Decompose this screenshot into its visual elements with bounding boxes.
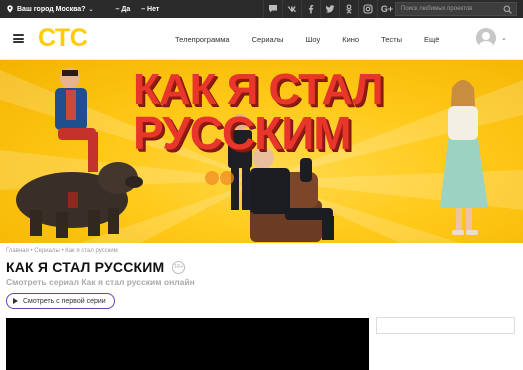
search-placeholder: Поиск любимых проектов bbox=[401, 6, 473, 12]
nav-tv-schedule[interactable]: Телепрограмма bbox=[175, 35, 230, 44]
hero-banner[interactable]: КАК Я СТАЛ РУССКИМ bbox=[0, 60, 523, 243]
vk-icon[interactable] bbox=[282, 0, 301, 18]
page-subtitle: Смотреть сериал Как я стал русским онлай… bbox=[6, 277, 195, 287]
avatar[interactable] bbox=[476, 28, 496, 48]
banner-title-line2: РУССКИМ bbox=[133, 107, 352, 159]
hamburger-menu-icon[interactable] bbox=[13, 34, 24, 43]
top-bar: Ваш город Москва? ⌄ – Да – Нет G+ Поиск … bbox=[0, 0, 523, 18]
facebook-icon[interactable] bbox=[301, 0, 320, 18]
city-selector[interactable]: Ваш город Москва? ⌄ bbox=[6, 5, 94, 13]
breadcrumb[interactable]: Главная • Сериалы • Как я стал русским bbox=[6, 248, 118, 254]
city-confirm-no[interactable]: – Нет bbox=[141, 6, 159, 13]
nav-movies[interactable]: Кино bbox=[342, 35, 359, 44]
google-plus-icon[interactable]: G+ bbox=[377, 0, 396, 18]
video-player[interactable] bbox=[6, 318, 369, 370]
chevron-down-icon: ⌄ bbox=[88, 6, 94, 13]
location-pin-icon bbox=[7, 5, 13, 13]
sidebar-box bbox=[376, 317, 515, 334]
search-input[interactable]: Поиск любимых проектов bbox=[395, 2, 517, 16]
nav-shows[interactable]: Шоу bbox=[306, 35, 321, 44]
watch-from-first-episode-button[interactable]: Смотреть с первой серии bbox=[6, 293, 115, 309]
watch-button-label: Смотреть с первой серии bbox=[23, 297, 106, 305]
main-nav: Телепрограмма Сериалы Шоу Кино Тесты Ещё bbox=[175, 18, 461, 60]
nav-series[interactable]: Сериалы bbox=[252, 35, 284, 44]
city-confirm: – Да – Нет bbox=[116, 6, 171, 13]
user-menu[interactable]: ⌄ bbox=[476, 28, 507, 48]
play-icon bbox=[13, 298, 18, 304]
city-confirm-yes[interactable]: – Да bbox=[116, 6, 131, 13]
city-label: Ваш город Москва? bbox=[17, 5, 86, 13]
chevron-down-icon: ⌄ bbox=[501, 35, 507, 42]
page-title: КАК Я СТАЛ РУССКИМ bbox=[6, 259, 165, 275]
nav-more[interactable]: Ещё bbox=[424, 35, 439, 44]
chat-icon[interactable] bbox=[263, 0, 282, 18]
nav-tests[interactable]: Тесты bbox=[381, 35, 402, 44]
social-links: G+ bbox=[263, 0, 396, 18]
search-icon[interactable] bbox=[503, 5, 512, 14]
twitter-icon[interactable] bbox=[320, 0, 339, 18]
site-header: СТС Телепрограмма Сериалы Шоу Кино Тесты… bbox=[0, 18, 523, 60]
age-rating-badge: 16+ bbox=[172, 260, 186, 274]
odnoklassniki-icon[interactable] bbox=[339, 0, 358, 18]
ctc-logo[interactable]: СТС bbox=[38, 24, 88, 53]
instagram-icon[interactable] bbox=[358, 0, 377, 18]
page-title-row: КАК Я СТАЛ РУССКИМ 16+ bbox=[6, 259, 186, 275]
